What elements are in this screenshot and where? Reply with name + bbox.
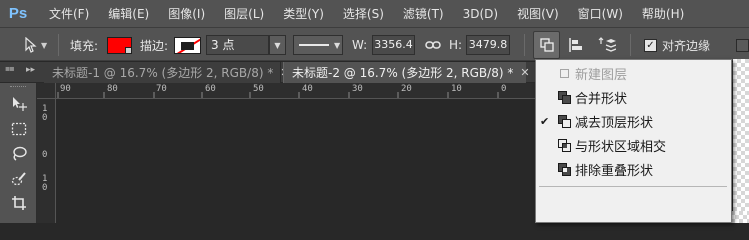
- ruler-tick-label: 70: [156, 84, 167, 94]
- separator: [58, 34, 59, 56]
- height-label: H:: [449, 38, 463, 52]
- ruler-tick-label: 1 0: [42, 174, 48, 193]
- menu-layer[interactable]: 图层(L): [224, 5, 264, 22]
- ruler-tick-label: 40: [302, 84, 313, 94]
- menu-item-exclude-overlapping-shapes[interactable]: 排除重叠形状: [536, 159, 731, 179]
- subtract-front-shape-icon: [558, 115, 572, 128]
- menu-item-subtract-front-shape[interactable]: ✔ 减去顶层形状: [536, 111, 731, 131]
- stroke-width-chevron-down-icon[interactable]: ▼: [269, 35, 286, 55]
- chevron-down-icon: ▼: [334, 40, 341, 50]
- ruler-origin[interactable]: [37, 83, 56, 99]
- menu-window[interactable]: 窗口(W): [578, 5, 623, 22]
- path-alignment-icon[interactable]: [568, 28, 584, 62]
- stroke-label: 描边:: [140, 38, 169, 53]
- menu-item-label: 排除重叠形状: [575, 163, 654, 179]
- ruler-tick-label: 0: [501, 84, 507, 94]
- height-input[interactable]: 3479.8: [466, 35, 510, 55]
- ruler-tick-label: 50: [253, 84, 264, 94]
- menu-item-combine-shapes[interactable]: 合并形状: [536, 87, 731, 107]
- menu-item-label: 减去顶层形状: [575, 115, 654, 131]
- align-edges-label: 对齐边缘: [662, 38, 711, 53]
- photoshop-logo: Ps: [8, 5, 28, 22]
- new-layer-icon: [558, 67, 572, 80]
- tools-panel: [0, 83, 37, 223]
- ruler-tick-label: 1 0: [42, 104, 48, 123]
- quick-selection-tool-icon[interactable]: [9, 170, 29, 188]
- align-edges-checkbox[interactable]: ✓: [644, 39, 657, 52]
- ruler-tick-label: 10: [451, 84, 462, 94]
- fill-dropdown-icon[interactable]: [125, 47, 132, 54]
- separator: [524, 34, 525, 56]
- fill-color-swatch[interactable]: [107, 37, 132, 54]
- ruler-tick-label: 80: [107, 84, 118, 94]
- tool-preset-chevron-down-icon[interactable]: ▼: [41, 28, 47, 62]
- menu-select[interactable]: 选择(S): [343, 5, 384, 22]
- path-arrangement-icon[interactable]: [598, 28, 616, 62]
- menu-filter[interactable]: 滤镜(T): [403, 5, 444, 22]
- menu-type[interactable]: 类型(Y): [283, 5, 324, 22]
- lasso-tool-icon[interactable]: [9, 145, 29, 163]
- menu-item-label: 与形状区域相交: [575, 139, 667, 155]
- horizontal-ruler: 90 80 70 60 50 40 30 20 10 0: [56, 83, 535, 99]
- marquee-tool-icon[interactable]: [9, 120, 29, 138]
- document-tab-2[interactable]: 未标题-2 @ 16.7% (多边形 2, RGB/8) * ✕: [283, 62, 530, 83]
- crop-tool-icon[interactable]: [9, 194, 29, 212]
- checkmark-icon: ✔: [540, 114, 550, 128]
- width-input[interactable]: 3356.4: [372, 35, 415, 55]
- tab-label: 未标题-2 @ 16.7% (多边形 2, RGB/8) *: [292, 66, 514, 80]
- combine-shapes-icon: [558, 91, 572, 104]
- menu-image[interactable]: 图像(I): [168, 5, 205, 22]
- menu-bar: Ps 文件(F) 编辑(E) 图像(I) 图层(L) 类型(Y) 选择(S) 滤…: [0, 0, 749, 27]
- ruler-tick-label: 20: [401, 84, 412, 94]
- menu-item-label: 合并形状: [575, 91, 628, 107]
- exclude-overlapping-shapes-icon: [558, 163, 572, 176]
- move-tool-icon[interactable]: [9, 95, 29, 113]
- menu-file[interactable]: 文件(F): [49, 5, 89, 22]
- menu-item-label: 新建图层: [575, 67, 628, 83]
- menu-3d[interactable]: 3D(D): [463, 7, 498, 21]
- options-bar: ▼ 填充: 描边: 3 点 ▼ ▼ W: 3356.4 H: 3479.8 ✓ …: [0, 27, 749, 61]
- path-operations-button[interactable]: [533, 31, 560, 59]
- menu-view[interactable]: 视图(V): [517, 5, 559, 22]
- menu-help[interactable]: 帮助(H): [642, 5, 684, 22]
- stroke-type-select[interactable]: ▼: [293, 35, 343, 55]
- link-icon[interactable]: [425, 28, 441, 62]
- close-icon[interactable]: ✕: [520, 66, 529, 79]
- document-canvas[interactable]: [57, 100, 535, 223]
- ruler-tick-label: 0: [42, 150, 48, 160]
- ruler-tick-label: 30: [352, 84, 363, 94]
- stroke-color-swatch[interactable]: [174, 37, 201, 54]
- vertical-ruler: 1 0 0 1 0: [37, 99, 56, 223]
- ruler-tick-label: 90: [60, 84, 71, 94]
- tab-label: 未标题-1 @ 16.7% (多边形 2, RGB/8) *: [52, 66, 274, 80]
- intersect-shape-areas-icon: [558, 139, 572, 152]
- menu-item-new-layer[interactable]: 新建图层: [536, 63, 731, 83]
- width-label: W:: [352, 38, 368, 52]
- panel-grip-icon[interactable]: ▪▪: [5, 64, 15, 73]
- path-operations-menu: 新建图层 合并形状 ✔ 减去顶层形状 与形状区域相交 排除重叠形状: [535, 59, 732, 223]
- constrain-path-dragging-checkbox[interactable]: [736, 39, 749, 52]
- collapse-panel-icon[interactable]: ▸▸: [26, 65, 35, 75]
- menu-item-intersect-shape-areas[interactable]: 与形状区域相交: [536, 135, 731, 155]
- fill-label: 填充:: [70, 38, 99, 53]
- transparent-canvas-area: [733, 59, 749, 223]
- panel-grip-icon[interactable]: [10, 86, 26, 89]
- separator: [630, 34, 631, 56]
- menu-edit[interactable]: 编辑(E): [108, 5, 149, 22]
- stroke-width-input[interactable]: 3 点: [206, 35, 269, 55]
- document-tab-1[interactable]: 未标题-1 @ 16.7% (多边形 2, RGB/8) * ✕: [44, 62, 290, 83]
- menu-separator: [539, 186, 727, 187]
- ruler-tick-label: 60: [205, 84, 216, 94]
